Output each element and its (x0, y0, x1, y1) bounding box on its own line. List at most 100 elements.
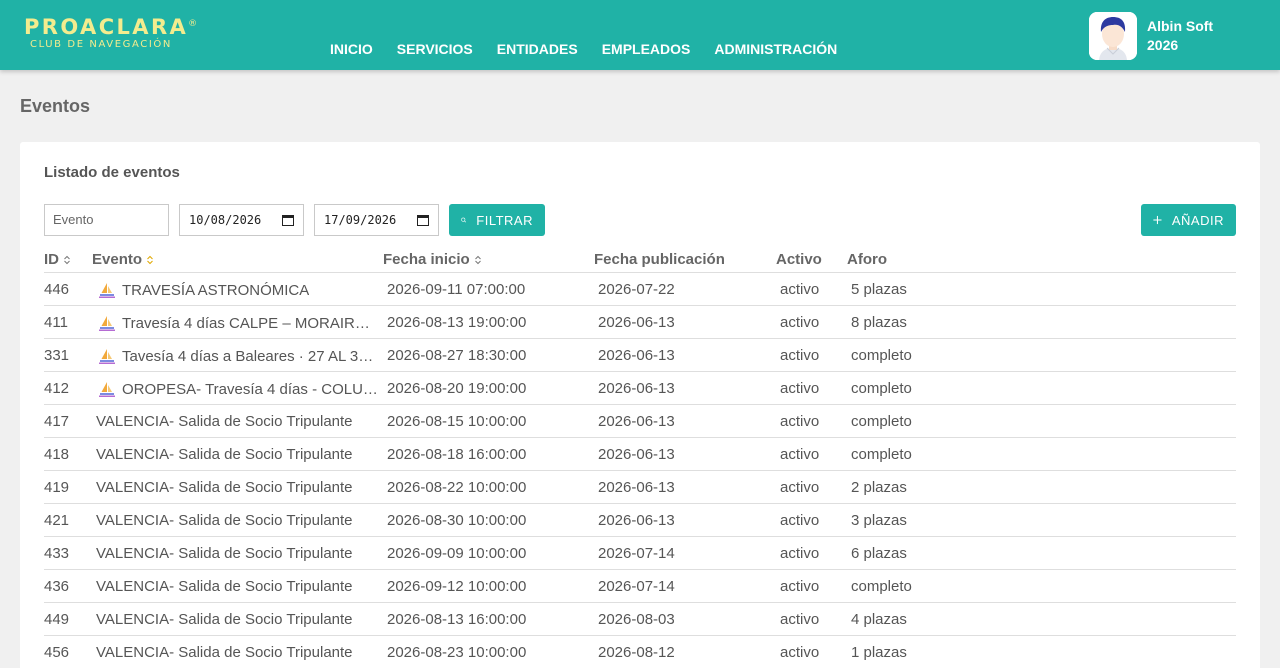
date-from-value: 10/08/2026 (189, 213, 262, 227)
table-row[interactable]: 449 VALENCIA- Salida de Socio Tripulante 2… (44, 603, 1236, 636)
cell-evento[interactable]: VALENCIA- Salida de Socio Tripulante (96, 479, 378, 496)
cell-evento[interactable]: Travesía 4 días CALPE – MORAIRA –… (96, 314, 378, 332)
sailboat-icon (99, 349, 115, 364)
cell-evento-text: Tavesía 4 días a Baleares · 27 AL 30… (122, 347, 378, 365)
column-header-fecha-inicio[interactable]: Fecha inicio (383, 251, 482, 268)
avatar[interactable] (1089, 12, 1137, 60)
cell-activo: activo (780, 314, 820, 331)
calendar-icon[interactable] (417, 214, 429, 226)
cell-evento-text: VALENCIA- Salida de Socio Tripulante (96, 611, 353, 628)
column-header-id[interactable]: ID (44, 251, 71, 268)
cell-id: 419 (44, 479, 70, 496)
cell-id: 449 (44, 611, 70, 628)
date-to-input[interactable]: 17/09/2026 (314, 204, 439, 236)
column-header-fecha-publicacion: Fecha publicación (594, 251, 725, 268)
table-row[interactable]: 418 VALENCIA- Salida de Socio Tripulante 2… (44, 438, 1236, 471)
cell-id: 411 (44, 314, 68, 331)
cell-fecha-publicacion: 2026-06-13 (598, 479, 675, 496)
cell-activo: activo (780, 281, 820, 298)
cell-evento[interactable]: VALENCIA- Salida de Socio Tripulante (96, 545, 378, 562)
user-info: Albin Soft 2026 (1147, 17, 1213, 55)
cell-fecha-publicacion: 2026-07-14 (598, 545, 675, 562)
table-row[interactable]: 412 OROPESA- Travesía 4 días - COLUM… 2026… (44, 372, 1236, 405)
cell-activo: activo (780, 446, 820, 463)
nav-item-entidades[interactable]: ENTIDADES (497, 41, 578, 57)
logo[interactable]: PROACLARA ® CLUB DE NAVEGACIÓN (24, 15, 197, 51)
table-row[interactable]: 411 Travesía 4 días CALPE – MORAIRA –… 202… (44, 306, 1236, 339)
add-button-label: AÑADIR (1171, 212, 1224, 228)
column-header-fecha-inicio-label: Fecha inicio (383, 251, 470, 268)
cell-fecha-inicio: 2026-08-20 19:00:00 (387, 380, 527, 397)
column-header-aforo: Aforo (847, 251, 887, 268)
cell-evento-text: VALENCIA- Salida de Socio Tripulante (96, 545, 353, 562)
table-row[interactable]: 421 VALENCIA- Salida de Socio Tripulante 2… (44, 504, 1236, 537)
nav-item-inicio[interactable]: INICIO (330, 41, 373, 57)
table-row[interactable]: 419 VALENCIA- Salida de Socio Tripulante 2… (44, 471, 1236, 504)
cell-aforo: completo (851, 446, 912, 463)
card-title: Listado de eventos (44, 164, 180, 181)
event-search-input[interactable]: Evento (44, 204, 169, 236)
sailboat-icon (99, 283, 115, 298)
table-row[interactable]: 433 VALENCIA- Salida de Socio Tripulante 2… (44, 537, 1236, 570)
cell-fecha-publicacion: 2026-06-13 (598, 512, 675, 529)
events-card: Listado de eventos Evento 10/08/2026 17/… (20, 142, 1260, 668)
cell-evento[interactable]: TRAVESÍA ASTRONÓMICA (96, 281, 378, 299)
cell-evento[interactable]: VALENCIA- Salida de Socio Tripulante (96, 578, 378, 595)
cell-aforo: 8 plazas (851, 314, 907, 331)
date-from-input[interactable]: 10/08/2026 (179, 204, 304, 236)
column-header-evento[interactable]: Evento (92, 251, 374, 268)
cell-evento[interactable]: VALENCIA- Salida de Socio Tripulante (96, 611, 378, 628)
filter-button-label: FILTRAR (476, 212, 533, 228)
table-row[interactable]: 331 Tavesía 4 días a Baleares · 27 AL 30…… (44, 339, 1236, 372)
nav-item-administracion[interactable]: ADMINISTRACIÓN (714, 41, 837, 57)
cell-evento-text: Travesía 4 días CALPE – MORAIRA –… (122, 314, 378, 332)
main-nav: INICIO SERVICIOS ENTIDADES EMPLEADOS ADM… (330, 41, 861, 57)
cell-evento-text: VALENCIA- Salida de Socio Tripulante (96, 512, 353, 529)
sort-icon (474, 255, 481, 264)
cell-id: 421 (44, 512, 70, 529)
cell-id: 418 (44, 446, 70, 463)
registered-mark: ® (188, 19, 198, 29)
user-avatar-icon (1089, 12, 1137, 60)
cell-fecha-publicacion: 2026-06-13 (598, 413, 675, 430)
table-row[interactable]: 456 VALENCIA- Salida de Socio Tripulante 2… (44, 636, 1236, 668)
cell-fecha-publicacion: 2026-06-13 (598, 314, 675, 331)
nav-item-empleados[interactable]: EMPLEADOS (602, 41, 691, 57)
cell-activo: activo (780, 512, 820, 529)
cell-evento[interactable]: VALENCIA- Salida de Socio Tripulante (96, 413, 378, 430)
cell-evento[interactable]: VALENCIA- Salida de Socio Tripulante (96, 446, 378, 463)
calendar-icon[interactable] (282, 214, 294, 226)
cell-fecha-publicacion: 2026-07-22 (598, 281, 675, 298)
sort-icon (147, 255, 153, 264)
cell-fecha-inicio: 2026-09-09 10:00:00 (387, 545, 527, 562)
cell-fecha-publicacion: 2026-06-13 (598, 347, 675, 364)
cell-activo: activo (780, 413, 820, 430)
cell-id: 456 (44, 644, 70, 661)
filter-button[interactable]: FILTRAR (449, 204, 545, 236)
sailboat-icon (99, 382, 115, 397)
cell-fecha-inicio: 2026-08-27 18:30:00 (387, 347, 527, 364)
table-body: 446 TRAVESÍA ASTRONÓMICA 2026-09-11 07:00:… (44, 273, 1236, 668)
cell-aforo: 3 plazas (851, 512, 907, 529)
cell-evento[interactable]: VALENCIA- Salida de Socio Tripulante (96, 512, 378, 529)
add-button[interactable]: AÑADIR (1141, 204, 1236, 236)
cell-aforo: 5 plazas (851, 281, 907, 298)
cell-evento-text: TRAVESÍA ASTRONÓMICA (122, 281, 310, 299)
cell-evento-text: VALENCIA- Salida de Socio Tripulante (96, 479, 353, 496)
table-header: ID Evento Fecha inicio Fecha publicación… (44, 248, 1236, 273)
plus-icon (1153, 215, 1162, 225)
nav-item-servicios[interactable]: SERVICIOS (397, 41, 473, 57)
user-menu[interactable]: Albin Soft 2026 (1089, 12, 1213, 60)
cell-evento[interactable]: Tavesía 4 días a Baleares · 27 AL 30… (96, 347, 378, 365)
cell-evento[interactable]: OROPESA- Travesía 4 días - COLUM… (96, 380, 378, 398)
cell-activo: activo (780, 479, 820, 496)
table-row[interactable]: 436 VALENCIA- Salida de Socio Tripulante 2… (44, 570, 1236, 603)
cell-activo: activo (780, 545, 820, 562)
cell-evento[interactable]: VALENCIA- Salida de Socio Tripulante (96, 644, 378, 661)
table-row[interactable]: 417 VALENCIA- Salida de Socio Tripulante 2… (44, 405, 1236, 438)
search-icon (461, 217, 467, 223)
cell-id: 446 (44, 281, 70, 298)
date-to-value: 17/09/2026 (324, 213, 397, 227)
cell-fecha-publicacion: 2026-06-13 (598, 446, 675, 463)
table-row[interactable]: 446 TRAVESÍA ASTRONÓMICA 2026-09-11 07:00:… (44, 273, 1236, 306)
